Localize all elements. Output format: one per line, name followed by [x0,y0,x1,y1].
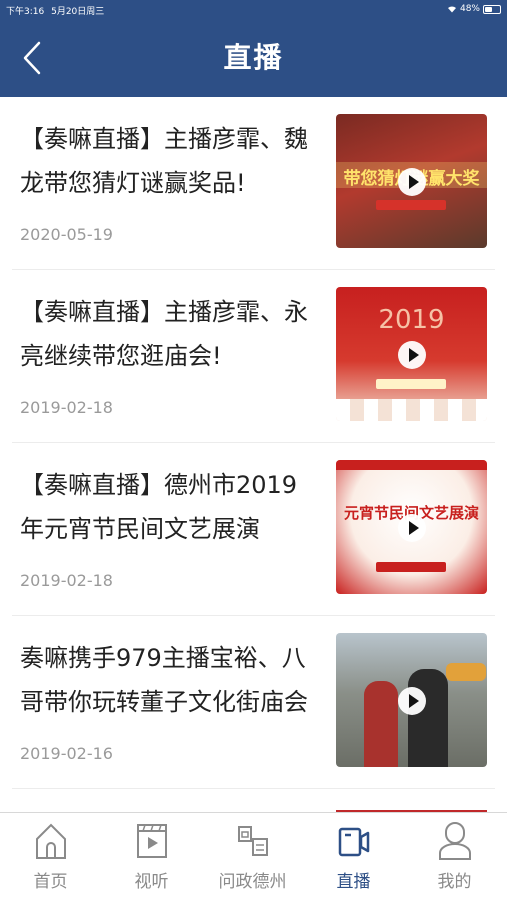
list-item[interactable]: 奏嘛携手979主播宝裕、八哥带你玩转董子文化街庙会 2019-02-16 [0,616,507,789]
tab-label: 视听 [134,872,169,892]
item-title[interactable]: 【奏嘛直播】德州市2019年元宵节民间文艺展演 [20,463,320,551]
item-thumbnail[interactable]: 元宵节民间文艺展演 [336,460,487,594]
item-date: 2019-02-16 [20,744,113,763]
home-icon [36,823,66,859]
item-date: 2019-02-18 [20,398,113,417]
item-thumbnail[interactable] [336,633,487,767]
item-thumbnail[interactable]: 带您猜灯谜赢大奖 [336,114,487,248]
list-item[interactable]: 【奏嘛直播】主播彦霏、魏龙带您猜灯谜赢奖品! 2020-05-19 带您猜灯谜赢… [0,97,507,270]
status-date: 5月20日周三 [51,7,105,17]
user-icon [439,822,471,860]
tab-label: 直播 [336,872,371,892]
tab-profile[interactable]: 我的 [404,813,505,900]
tab-home[interactable]: 首页 [0,813,101,900]
app-header: 下午3:16 5月20日周三 48% 直播 [0,0,507,97]
tab-wenzheng[interactable]: 问政德州 [202,813,303,900]
item-title[interactable]: 【奏嘛直播】主播彦霏、魏龙带您猜灯谜赢奖品! [20,117,320,205]
live-icon [338,827,370,857]
list-item[interactable]: 【奏嘛直播】德州市2019年元宵节民间文艺展演 2019-02-18 元宵节民间… [0,443,507,616]
play-icon[interactable] [398,168,426,196]
list-item[interactable]: 【奏嘛直播】主播彦霏、永亮继续带您逛庙会! 2019-02-18 2019 [0,270,507,443]
tab-label: 问政德州 [218,872,287,892]
divider [12,788,495,789]
bottom-tab-bar: 首页 视听 问政德州 直播 我的 [0,812,507,900]
item-title[interactable]: 奏嘛携手979主播宝裕、八哥带你玩转董子文化街庙会 [20,636,320,724]
tab-live[interactable]: 直播 [303,813,404,900]
tab-video[interactable]: 视听 [101,813,202,900]
wenzheng-icon [238,826,268,856]
tab-label: 我的 [437,872,472,892]
page-title: 直播 [223,41,284,74]
play-icon[interactable] [398,687,426,715]
item-date: 2019-02-18 [20,571,113,590]
video-icon [137,824,167,858]
live-list: 【奏嘛直播】主播彦霏、魏龙带您猜灯谜赢奖品! 2020-05-19 带您猜灯谜赢… [0,97,507,812]
item-thumbnail[interactable]: 2019 [336,287,487,421]
tab-label: 首页 [33,872,68,892]
status-time-date: 下午3:16 5月20日周三 [6,4,104,17]
thumb-caption: 2019 [378,305,445,335]
status-bar: 下午3:16 5月20日周三 48% [0,0,507,20]
item-title[interactable]: 【奏嘛直播】主播彦霏、永亮继续带您逛庙会! [20,290,320,378]
wifi-icon [447,6,456,13]
play-icon[interactable] [398,514,426,542]
status-indicators: 48% [447,4,501,14]
battery-icon [483,4,501,14]
status-time: 下午3:16 [6,7,45,17]
item-date: 2020-05-19 [20,225,113,244]
battery-percent: 48% [459,4,480,14]
play-icon[interactable] [398,341,426,369]
